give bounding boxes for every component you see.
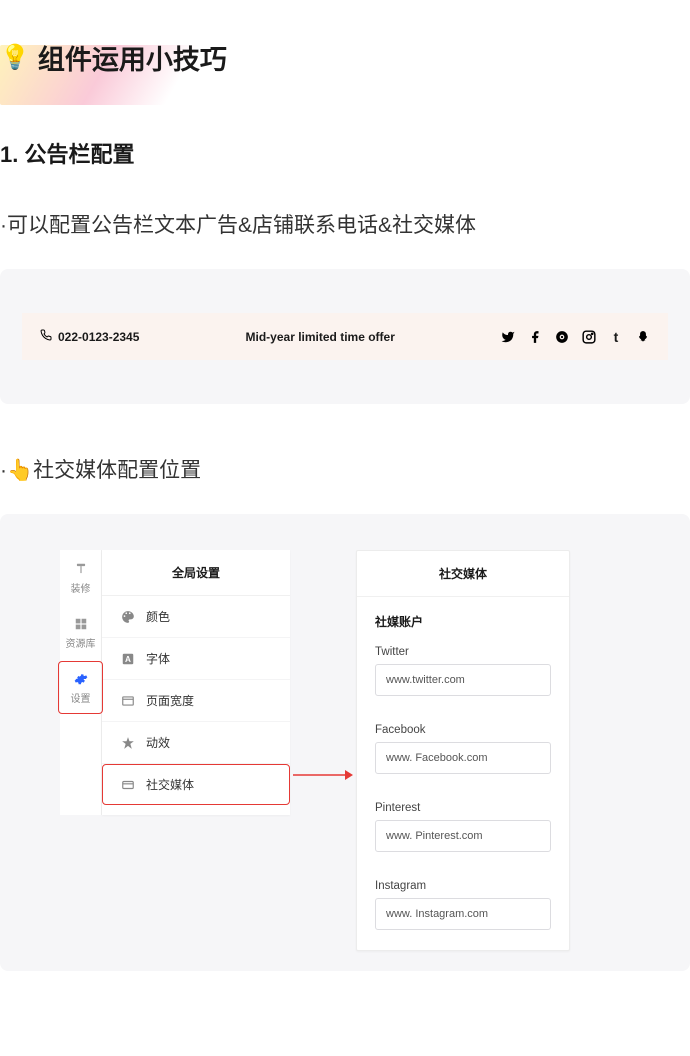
settings-label-color: 颜色: [146, 608, 170, 625]
input-instagram[interactable]: [375, 898, 551, 930]
arrow-indicator: [290, 550, 356, 782]
settings-item-font[interactable]: A 字体: [102, 638, 290, 680]
rail-item-settings[interactable]: 设置: [60, 660, 101, 715]
input-twitter[interactable]: [375, 664, 551, 696]
star-icon: [120, 735, 136, 751]
announcement-phone: 022-0123-2345: [40, 329, 139, 344]
svg-text:A: A: [125, 654, 131, 663]
snapchat-icon: [636, 330, 650, 344]
announcement-social-icons: t: [501, 330, 650, 344]
gear-icon: [74, 672, 88, 686]
section-heading-1: 1. 公告栏配置: [0, 137, 690, 169]
social-media-panel: 社交媒体 社媒账户 Twitter Facebook Pinterest Ins…: [356, 550, 570, 951]
announcement-preview-card: 022-0123-2345 Mid-year limited time offe…: [0, 269, 690, 404]
global-settings-panel: 全局设置 颜色 A 字体 页面宽度 动效: [102, 550, 290, 815]
settings-item-color[interactable]: 颜色: [102, 596, 290, 638]
layout-icon: [120, 693, 136, 709]
rail-label-decorate: 装修: [71, 580, 91, 595]
facebook-icon: [528, 330, 542, 344]
page-title: 💡 组件运用小技巧: [0, 20, 227, 77]
phone-icon: [40, 329, 52, 344]
pinterest-icon: [555, 330, 569, 344]
card-icon: [120, 777, 136, 793]
lightbulb-icon: 💡: [0, 43, 30, 72]
announcement-center-text: Mid-year limited time offer: [139, 330, 501, 344]
palette-icon: [120, 609, 136, 625]
settings-item-social[interactable]: 社交媒体: [102, 764, 290, 805]
label-instagram: Instagram: [375, 880, 551, 892]
rail-item-resources[interactable]: 资源库: [60, 605, 101, 660]
input-pinterest[interactable]: [375, 820, 551, 852]
social-panel-title: 社交媒体: [357, 551, 569, 597]
settings-label-social: 社交媒体: [146, 776, 194, 793]
tumblr-icon: t: [609, 330, 623, 344]
font-icon: A: [120, 651, 136, 667]
announcement-phone-text: 022-0123-2345: [58, 330, 139, 344]
rail-item-decorate[interactable]: 装修: [60, 550, 101, 605]
left-rail: 装修 资源库 设置: [60, 550, 102, 815]
input-facebook[interactable]: [375, 742, 551, 774]
settings-label-pagewidth: 页面宽度: [146, 692, 194, 709]
bullet-social-location: ·👆社交媒体配置位置: [0, 454, 690, 484]
settings-panel-title: 全局设置: [102, 550, 290, 596]
settings-screenshot: 装修 资源库 设置 全局设置 颜色: [60, 550, 290, 815]
settings-label-font: 字体: [146, 650, 170, 667]
twitter-icon: [501, 330, 515, 344]
rail-label-resources: 资源库: [66, 635, 96, 650]
rail-label-settings: 设置: [71, 690, 91, 705]
settings-item-pagewidth[interactable]: 页面宽度: [102, 680, 290, 722]
grid-icon: [74, 617, 88, 631]
label-facebook: Facebook: [375, 724, 551, 736]
announcement-bar: 022-0123-2345 Mid-year limited time offe…: [22, 313, 668, 360]
page-title-text: 组件运用小技巧: [38, 38, 227, 77]
settings-label-effects: 动效: [146, 734, 170, 751]
brush-icon: [74, 562, 88, 576]
social-panel-subtitle: 社媒账户: [357, 597, 569, 640]
settings-item-effects[interactable]: 动效: [102, 722, 290, 764]
social-config-card: 装修 资源库 设置 全局设置 颜色: [0, 514, 690, 971]
instagram-icon: [582, 330, 596, 344]
label-twitter: Twitter: [375, 646, 551, 658]
label-pinterest: Pinterest: [375, 802, 551, 814]
bullet-config-desc: ·可以配置公告栏文本广告&店铺联系电话&社交媒体: [0, 209, 690, 239]
